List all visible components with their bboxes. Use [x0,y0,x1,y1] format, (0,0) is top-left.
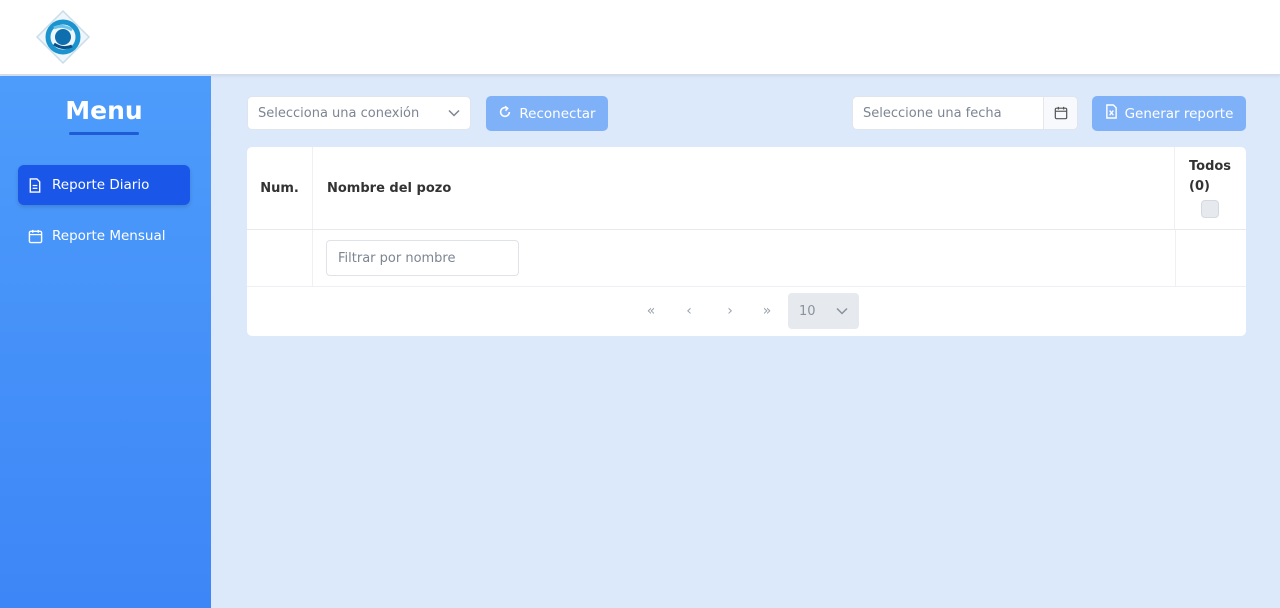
next-page-button[interactable]: › [716,295,744,327]
column-header-all-label: Todos [1189,159,1232,174]
date-input[interactable] [853,105,1043,121]
date-picker [852,96,1078,130]
column-header-all: Todos (0) [1175,147,1246,229]
column-header-name: Nombre del pozo [313,147,1175,229]
refresh-icon [498,105,512,123]
chevrons-right-icon: » [762,303,772,319]
sidebar: Menu Reporte Diario Reporte Mensual [0,76,211,608]
excel-file-icon [1105,104,1118,123]
document-icon [26,176,44,194]
wells-table: Num. Nombre del pozo Todos (0) « ‹ › » 1… [247,147,1246,336]
last-page-button[interactable]: » [753,295,781,327]
connection-select[interactable]: Selecciona una conexión [247,96,471,130]
reconnect-button[interactable]: Reconectar [486,96,608,131]
chevron-down-icon [448,106,460,121]
name-filter-input[interactable] [326,240,519,276]
connection-select-placeholder: Selecciona una conexión [258,105,420,121]
generate-report-button[interactable]: Generar reporte [1092,96,1246,131]
calendar-icon [1054,106,1067,120]
sidebar-item-reporte-mensual[interactable]: Reporte Mensual [18,216,190,256]
sidebar-item-label: Reporte Diario [52,177,150,193]
logo-icon [35,9,91,65]
filter-cell-num [247,230,313,287]
menu-title: Menu [65,96,143,125]
menu-underline [69,132,139,135]
sidebar-item-reporte-diario[interactable]: Reporte Diario [18,165,190,205]
page-size-value: 10 [799,303,816,319]
generate-report-label: Generar reporte [1124,105,1234,122]
column-header-num: Num. [247,147,313,229]
page-size-select[interactable]: 10 [788,293,859,329]
top-bar [0,0,1280,75]
chevron-right-icon: › [727,303,733,319]
chevron-down-icon [836,304,848,319]
reconnect-label: Reconectar [519,105,596,122]
previous-page-button[interactable]: ‹ [675,295,703,327]
chevron-left-icon: ‹ [686,303,692,319]
chevrons-left-icon: « [646,303,656,319]
calendar-button[interactable] [1043,97,1077,129]
calendar-icon [26,227,44,245]
first-page-button[interactable]: « [637,295,665,327]
sidebar-item-label: Reporte Mensual [52,228,166,244]
header-divider [247,229,1246,230]
select-all-checkbox[interactable] [1201,200,1219,218]
column-header-all-count: (0) [1189,179,1210,194]
filter-cell-all [1175,230,1246,287]
pagination: « ‹ › » 10 [247,287,1246,336]
